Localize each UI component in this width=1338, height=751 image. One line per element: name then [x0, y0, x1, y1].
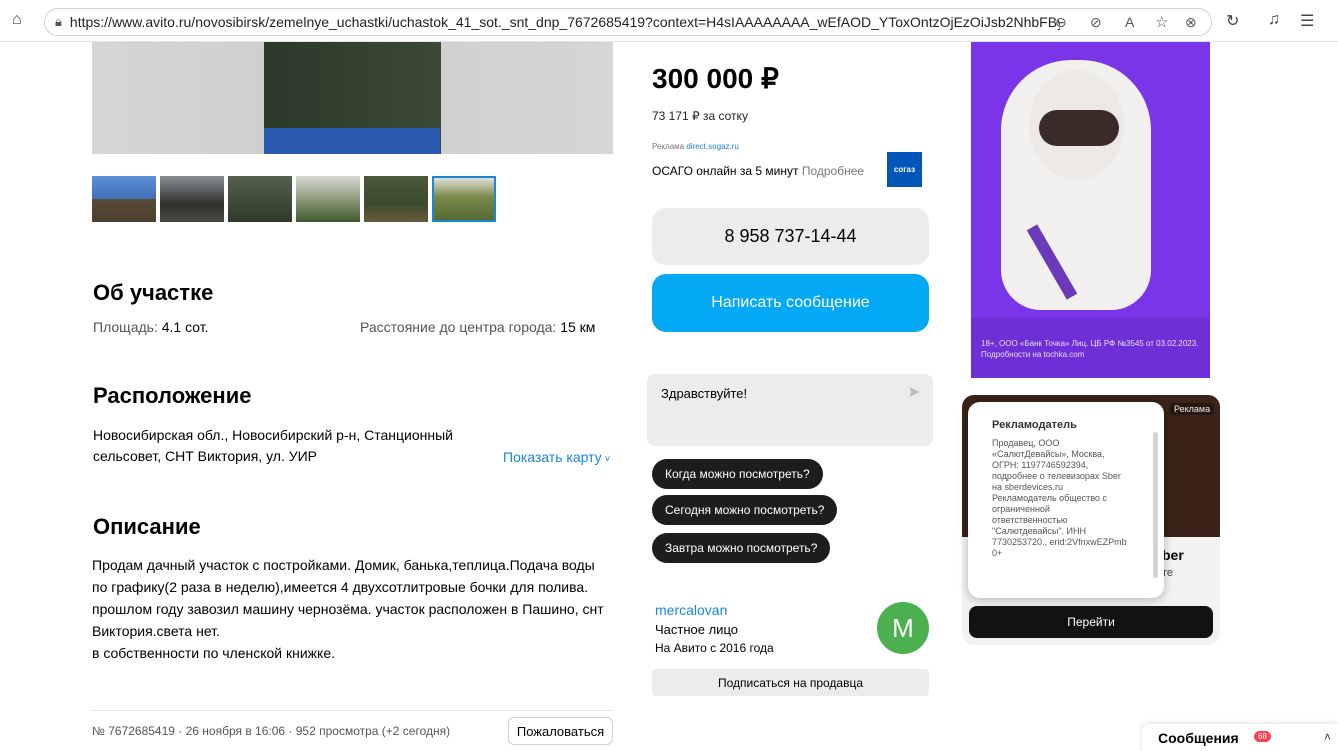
thumbnail[interactable] — [92, 176, 156, 222]
address-line-2: сельсовет, СНТ Виктория, ул. УИР — [93, 448, 318, 464]
phone-button[interactable]: 8 958 737-14-44 — [652, 208, 929, 265]
thumbnail[interactable] — [160, 176, 224, 222]
ad-badge: Реклама — [1170, 403, 1215, 415]
advertiser-popup: Рекламодатель Продавец, ООО «СалютДевайс… — [968, 402, 1164, 598]
popup-scrollbar[interactable] — [1153, 432, 1158, 578]
description-line: Продам дачный участок с постройками. Дом… — [92, 557, 595, 573]
address-bar[interactable]: 🔒︎ https://www.avito.ru/novosibirsk/zeme… — [44, 8, 1212, 36]
about-title: Об участке — [93, 280, 214, 305]
popup-text: Продавец, ООО «СалютДевайсы», Москва, ОГ… — [992, 438, 1127, 558]
footer-divider — [92, 710, 613, 711]
photo-blue-barrel — [264, 128, 440, 154]
extension-icon[interactable]: ⊗ — [1185, 14, 1197, 31]
tracking-icon[interactable]: ⊘ — [1090, 14, 1102, 31]
ad-label-text: Реклама — [652, 142, 685, 151]
description-line: в собственности по членской книжке. — [92, 645, 335, 661]
popup-title: Рекламодатель — [992, 419, 1077, 431]
location-title: Расположение — [93, 383, 252, 408]
page-content: Об участке Площадь: 4.1 сот. Расстояние … — [0, 42, 1338, 751]
thumbnail[interactable] — [296, 176, 360, 222]
price: 300 000 ₽ — [652, 63, 779, 94]
lock-icon: 🔒︎ — [55, 14, 62, 29]
price-per-sotka: 73 171 ₽ за сотку — [652, 109, 748, 123]
complain-button[interactable]: Пожаловаться — [508, 717, 613, 745]
main-photo[interactable] — [92, 42, 613, 154]
send-icon[interactable]: ➤ — [907, 382, 920, 402]
tochka-banner[interactable]: 18+, ООО «Банк Точка» Лиц. ЦБ РФ №3545 о… — [971, 42, 1210, 378]
description-line: Виктория.света нет. — [92, 623, 220, 639]
description-title: Описание — [93, 514, 201, 539]
ad-domain-link[interactable]: direct.sogaz.ru — [686, 142, 738, 151]
subscribe-button[interactable]: Подписаться на продавца — [652, 669, 929, 696]
url-text: https://www.avito.ru/novosibirsk/zemelny… — [69, 14, 1060, 30]
read-aloud-icon[interactable]: A — [1125, 14, 1134, 30]
thumbnail-selected[interactable] — [432, 176, 496, 222]
messages-widget[interactable]: Сообщения 68 ˄ — [1142, 724, 1338, 751]
avatar[interactable]: M — [877, 602, 929, 654]
seller-type: Частное лицо — [655, 622, 738, 637]
refresh-icon[interactable]: ↻ — [1226, 11, 1239, 31]
chevron-down-icon: ˅ — [601, 454, 611, 465]
zoom-icon[interactable]: ⊖ — [1055, 14, 1067, 31]
area-value: 4.1 сот. — [161, 319, 209, 335]
ad-title: ber — [1162, 547, 1184, 563]
home-icon[interactable]: ⌂ — [12, 11, 22, 29]
distance-row: Расстояние до центра города: 15 км — [360, 319, 595, 335]
show-map-link[interactable]: Показать карту ˅ — [503, 449, 610, 465]
distance-value: 15 км — [560, 319, 596, 335]
chevron-up-icon[interactable]: ˄ — [1324, 730, 1331, 744]
address-line-1: Новосибирская обл., Новосибирский р-н, С… — [93, 427, 453, 443]
area-row: Площадь: 4.1 сот. — [93, 319, 208, 335]
listing-meta: № 7672685419 · 26 ноября в 16:06 · 952 п… — [92, 724, 451, 738]
area-label: Площадь: — [93, 319, 162, 335]
seller-since: На Авито с 2016 года — [655, 641, 774, 655]
osago-text: ОСАГО онлайн за 5 минут — [652, 164, 799, 178]
quick-reply-tomorrow[interactable]: Завтра можно посмотреть? — [652, 533, 831, 563]
chat-input[interactable]: Здравствуйте! — [647, 374, 933, 446]
chat-input-text: Здравствуйте! — [661, 386, 748, 401]
ad-label: Реклама direct.sogaz.ru — [652, 142, 739, 151]
description-text: Продам дачный участок с постройками. Дом… — [92, 554, 612, 664]
collections-icon[interactable]: ♫ — [1268, 11, 1280, 29]
sogaz-logo[interactable]: согаз — [887, 152, 922, 187]
osago-more[interactable]: Подробнее — [802, 164, 864, 178]
thumbnail-strip — [92, 176, 496, 222]
description-line: прошлом году завозил машину чернозёма. у… — [92, 601, 604, 617]
thumbnail[interactable] — [228, 176, 292, 222]
seller-name-link[interactable]: mercalovan — [655, 602, 727, 618]
messages-count-badge: 68 — [1254, 731, 1271, 742]
show-map-label: Показать карту — [503, 449, 602, 465]
favorite-star-icon[interactable]: ☆ — [1155, 13, 1168, 31]
distance-label: Расстояние до центра города: — [360, 319, 561, 335]
browser-toolbar: ⌂ 🔒︎ https://www.avito.ru/novosibirsk/ze… — [0, 0, 1338, 42]
goto-button[interactable]: Перейти — [969, 606, 1213, 638]
description-line: по графику(2 раза в неделю),имеется 4 дв… — [92, 579, 589, 595]
favorites-icon[interactable]: ☰ — [1300, 11, 1314, 31]
platypus-beak — [1039, 110, 1119, 146]
osago-ad[interactable]: ОСАГО онлайн за 5 минут Подробнее — [652, 164, 864, 178]
banner-fine-print: 18+, ООО «Банк Точка» Лиц. ЦБ РФ №3545 о… — [981, 339, 1199, 359]
write-message-button[interactable]: Написать сообщение — [652, 274, 929, 332]
thumbnail[interactable] — [364, 176, 428, 222]
messages-label: Сообщения — [1158, 730, 1239, 746]
quick-reply-today[interactable]: Сегодня можно посмотреть? — [652, 495, 838, 525]
quick-reply-when[interactable]: Когда можно посмотреть? — [652, 459, 823, 489]
